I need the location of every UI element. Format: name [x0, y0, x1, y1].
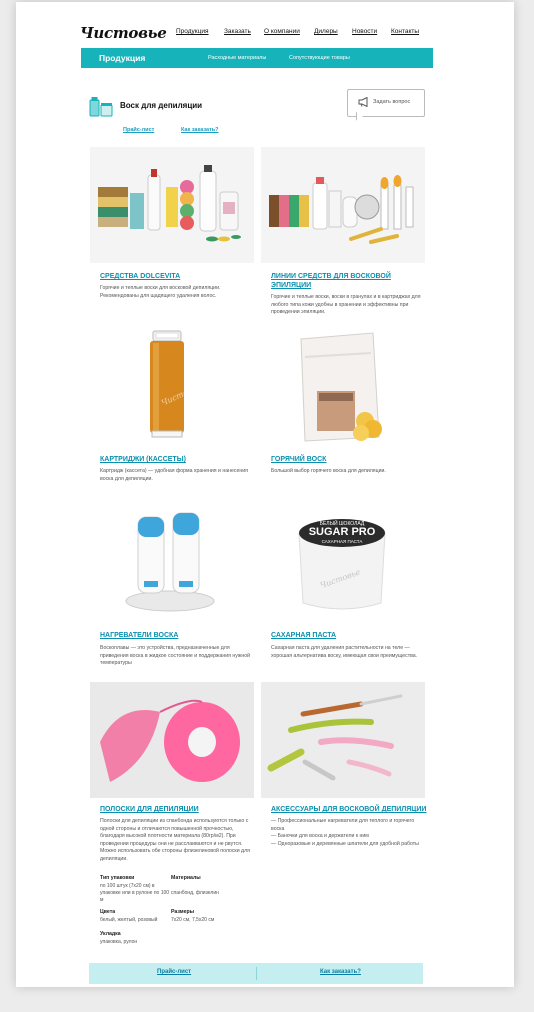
nav-about[interactable]: О компании [264, 28, 300, 35]
footer-divider [256, 967, 257, 980]
card-desc-hot-wax: Большой выбор горячего воска для депиляц… [271, 468, 386, 474]
card-title-hot-wax[interactable]: Горячий воск [271, 455, 431, 464]
footer-how-to-order-link[interactable]: Как заказать? [320, 969, 361, 975]
card-desc-dolcevita: Горячие и теплые воски для восковой депи… [100, 285, 221, 299]
spec-pack-label: Укладка [100, 931, 121, 937]
ask-question-label: Задать вопрос [373, 99, 411, 105]
card-title-cartridges[interactable]: Картриджи (кассеты) [100, 455, 260, 464]
card-title-strips[interactable]: Полоски для депиляции [100, 805, 260, 814]
price-list-link[interactable]: Прайс-лист [123, 127, 154, 133]
dolcevita-image[interactable] [90, 147, 254, 263]
how-to-order-link[interactable]: Как заказать? [181, 127, 219, 133]
footer-price-list-link[interactable]: Прайс-лист [157, 969, 191, 975]
section-bar: Продукция Расходные материалы Сопутствую… [81, 48, 433, 68]
spec-colors-value: белый, желтый, розовый [100, 917, 158, 923]
card-title-sugar-paste[interactable]: Сахарная паста [271, 631, 431, 640]
nav-order[interactable]: Заказать [224, 28, 251, 35]
card-desc-heaters: Воскоплавы — это устройства, предназначе… [100, 645, 250, 666]
hot-wax-image[interactable] [261, 327, 425, 443]
ask-question-button[interactable]: Задать вопрос [347, 89, 425, 127]
card-title-accessories[interactable]: Аксессуары для восковой депиляции [271, 805, 431, 814]
nav-products[interactable]: Продукция [176, 28, 209, 35]
strips-image[interactable] [90, 682, 254, 798]
nav-news[interactable]: Новости [352, 28, 377, 35]
spec-colors-label: Цвета [100, 909, 116, 915]
spec-sizes-label: Размеры [171, 909, 195, 915]
wax-heater-image[interactable] [90, 503, 254, 619]
card-desc-strips: Полоски для депиляции из спанбонда испол… [100, 818, 250, 862]
sublink-consumables[interactable]: Расходные материалы [208, 55, 266, 61]
nav-contacts[interactable]: Контакты [391, 28, 419, 35]
wax-product-icon [89, 96, 113, 118]
spec-materials-label: Материалы [171, 875, 201, 881]
card-title-wax-lines[interactable]: Линии средств для восковой эпиляции [271, 272, 431, 290]
spec-packaging-value: по 100 штук (7х20 см) в упаковке или в р… [100, 883, 170, 903]
cartridge-image[interactable]: Чистовье [90, 327, 254, 443]
spec-packaging-label: Тип упаковки [100, 875, 135, 881]
wax-lines-image[interactable] [261, 147, 425, 263]
spec-sizes-value: 7х20 см, 7,5х20 см [171, 917, 215, 923]
jar-label-bottom: САХАРНАЯ ПАСТА [322, 539, 363, 544]
card-desc-accessories: — Профессиональные нагреватели для тепло… [271, 818, 419, 847]
spec-pack-value: упаковка, рулон [100, 939, 138, 945]
section-title: Продукция [99, 53, 146, 63]
jar-label-main: SUGAR PRO [309, 526, 376, 538]
card-title-dolcevita[interactable]: Средства Dolcevita [100, 272, 260, 281]
spec-materials-value: спанбонд, флизелин [171, 890, 219, 896]
logo[interactable]: Чистовье [80, 24, 167, 42]
page-title: Воск для депиляции [120, 101, 203, 110]
nav-dealers[interactable]: Дилеры [314, 28, 338, 35]
accessories-image[interactable] [261, 682, 425, 798]
footer-links-bar: Прайс-лист Как заказать? [89, 963, 423, 984]
card-desc-wax-lines: Горячие и теплые воски, воски в гранулах… [271, 294, 421, 315]
megaphone-icon [358, 97, 369, 107]
sublink-related[interactable]: Сопутствующие товары [289, 55, 350, 61]
sugar-paste-image[interactable]: БЕЛЫЙ ШОКОЛАД SUGAR PRO САХАРНАЯ ПАСТА Ч… [261, 503, 425, 619]
card-desc-sugar-paste: Сахарная паста для удаления растительнос… [271, 645, 418, 659]
card-title-heaters[interactable]: Нагреватели воска [100, 631, 260, 640]
card-desc-cartridges: Картридж (кассета) — удобная форма хране… [100, 468, 248, 482]
